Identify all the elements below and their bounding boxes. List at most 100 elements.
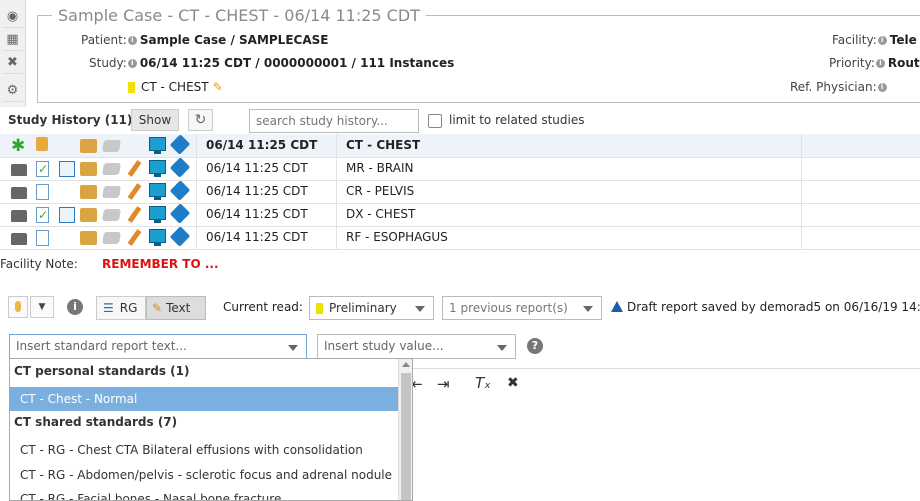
folder-icon[interactable] <box>11 210 27 222</box>
close-icon[interactable]: ✖ <box>2 52 23 74</box>
scroll-up-icon[interactable] <box>402 362 410 367</box>
limit-related-checkbox[interactable] <box>428 114 442 128</box>
pencil-icon[interactable] <box>127 183 142 200</box>
modality-tag[interactable]: CT - CHEST ✎ <box>128 80 223 94</box>
edit-doc-icon[interactable] <box>36 184 49 200</box>
study-value-placeholder: Insert study value... <box>324 339 444 353</box>
study-date: 06/14 11:25 CDT <box>206 230 308 244</box>
tag-icon[interactable] <box>101 140 122 152</box>
pencil-icon[interactable] <box>127 229 142 246</box>
row-icons <box>0 226 196 249</box>
text-mode-label: Text <box>166 301 191 315</box>
row-icons: ✓ <box>0 203 196 226</box>
list-icon: ☰ <box>103 301 114 315</box>
info-icon: i <box>127 59 137 68</box>
tag-icon[interactable] <box>101 209 122 221</box>
monitor-icon[interactable] <box>149 160 166 177</box>
monitor-icon[interactable] <box>149 206 166 223</box>
indent-icon[interactable]: ⇥ <box>437 375 450 393</box>
text-mode-button[interactable]: ✎ Text <box>146 296 206 320</box>
eye-icon[interactable]: ◉ <box>2 6 23 28</box>
search-history-input[interactable] <box>249 109 419 133</box>
facility-label: Facility: <box>832 33 877 47</box>
clear-format-icon[interactable]: Tₓ <box>475 374 491 392</box>
editor-toolbar: ⇤ ⇥ Tₓ ✖ <box>410 368 920 403</box>
folder-icon[interactable] <box>11 187 27 199</box>
previous-reports-select[interactable]: 1 previous report(s) <box>442 296 602 320</box>
table-row[interactable]: ✱ 06/14 11:25 CDT CT - CHEST <box>0 134 920 158</box>
facility-row: Facility: i Tele <box>832 33 917 47</box>
left-toolbar: ◉ ▦ ✖ ⚙ <box>0 0 26 107</box>
approved-doc-icon[interactable]: ✓ <box>36 161 49 177</box>
pencil-icon[interactable] <box>127 206 142 223</box>
dropdown-option[interactable]: CT - RG - Facial bones - Nasal bone frac… <box>10 487 398 500</box>
add-folder-icon[interactable] <box>80 185 97 199</box>
scrollbar-thumb[interactable] <box>401 373 411 500</box>
microphone-dropdown[interactable]: ▼ <box>30 296 54 318</box>
chevron-down-icon <box>288 345 298 351</box>
info-icon[interactable]: i <box>67 299 83 315</box>
dropdown-group-personal: CT personal standards (1) <box>14 364 190 378</box>
folder-icon[interactable] <box>11 233 27 245</box>
grid-icon[interactable]: ▦ <box>2 29 23 51</box>
study-date: 06/14 11:25 CDT <box>206 138 318 152</box>
study-value-select[interactable]: Insert study value... <box>317 334 516 359</box>
transfer-icon[interactable] <box>169 180 191 201</box>
refresh-icon[interactable]: ↻ <box>188 109 213 131</box>
transfer-icon[interactable] <box>169 226 191 247</box>
facility-note-value[interactable]: REMEMBER TO ... <box>102 257 219 271</box>
dropdown-group-shared: CT shared standards (7) <box>14 415 178 429</box>
flag-icon <box>316 303 323 314</box>
standard-text-select[interactable]: Insert standard report text... <box>9 334 307 359</box>
pencil-icon[interactable]: ✎ <box>213 80 223 94</box>
add-folder-icon[interactable] <box>80 231 97 245</box>
close-icon[interactable]: ✖ <box>507 375 519 391</box>
add-folder-icon[interactable] <box>80 139 97 153</box>
rg-mode-button[interactable]: ☰ RG <box>96 296 146 320</box>
patient-label: Patient: <box>81 33 127 47</box>
search-doc-icon[interactable] <box>59 161 75 177</box>
microphone-icon <box>15 301 21 312</box>
dropdown-scrollbar[interactable] <box>398 359 412 500</box>
edit-doc-icon[interactable] <box>36 230 49 246</box>
show-button[interactable]: Show <box>131 109 179 131</box>
table-row[interactable]: ✓ 06/14 11:25 CDT DX - CHEST <box>0 203 920 227</box>
table-row[interactable]: 06/14 11:25 CDT RF - ESOPHAGUS <box>0 226 920 250</box>
study-row: Study: i 06/14 11:25 CDT / 0000000001 / 11… <box>89 56 454 70</box>
pencil-icon[interactable] <box>127 160 142 177</box>
pencil-icon: ✎ <box>152 301 163 315</box>
transfer-icon[interactable] <box>169 134 191 155</box>
study-history-title: Study History (11) <box>8 113 133 127</box>
facility-value: Tele <box>889 33 917 47</box>
report-editor[interactable] <box>413 402 920 501</box>
table-row[interactable]: 06/14 11:25 CDT CR - PELVIS <box>0 180 920 204</box>
monitor-icon[interactable] <box>149 183 166 200</box>
transfer-icon[interactable] <box>169 157 191 178</box>
approved-doc-icon[interactable]: ✓ <box>36 207 49 223</box>
dropdown-option[interactable]: CT - Chest - Normal <box>10 387 398 411</box>
monitor-icon[interactable] <box>149 137 166 154</box>
current-read-select[interactable]: Preliminary <box>309 296 434 320</box>
table-row[interactable]: ✓ 06/14 11:25 CDT MR - BRAIN <box>0 157 920 181</box>
flag-icon <box>128 82 135 93</box>
lock-icon[interactable] <box>36 137 48 151</box>
info-icon: i <box>127 36 137 45</box>
tag-icon[interactable] <box>101 163 122 175</box>
gear-icon[interactable]: ⚙ <box>2 80 23 102</box>
ref-physician-label: Ref. Physician: <box>790 80 877 94</box>
tag-icon[interactable] <box>101 186 122 198</box>
info-icon: i <box>875 59 885 68</box>
draft-status-text: Draft report saved by demorad5 on 06/16/… <box>627 300 920 314</box>
help-icon[interactable]: ? <box>527 338 543 354</box>
microphone-button[interactable] <box>8 296 28 318</box>
tag-icon[interactable] <box>101 232 122 244</box>
dropdown-option[interactable]: CT - RG - Chest CTA Bilateral effusions … <box>10 438 398 462</box>
current-read-label: Current read: <box>223 300 303 314</box>
dropdown-option[interactable]: CT - RG - Abdomen/pelvis - sclerotic foc… <box>10 463 398 487</box>
add-folder-icon[interactable] <box>80 208 97 222</box>
add-folder-icon[interactable] <box>80 162 97 176</box>
transfer-icon[interactable] <box>169 203 191 224</box>
search-doc-icon[interactable] <box>59 207 75 223</box>
monitor-icon[interactable] <box>149 229 166 246</box>
folder-icon[interactable] <box>11 164 27 176</box>
